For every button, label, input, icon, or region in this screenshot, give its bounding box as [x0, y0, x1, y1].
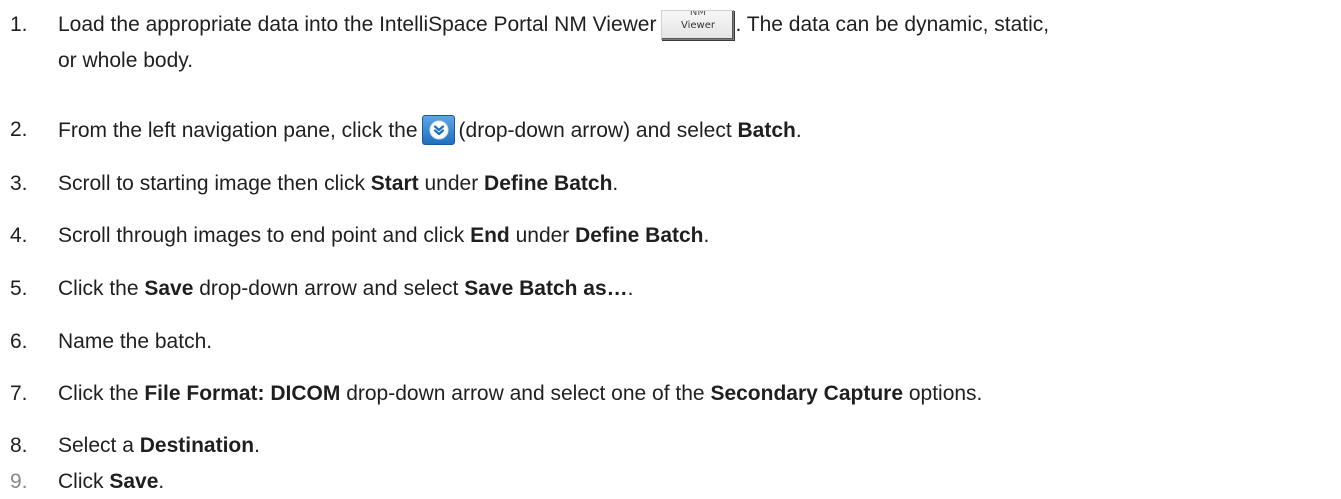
nm-viewer-button-line1: NM [689, 10, 707, 18]
step-number: 5. [10, 277, 28, 300]
step-text-part: options. [903, 382, 983, 405]
step-bold-term: Define Batch [484, 172, 613, 195]
step-bold-term: Start [370, 172, 419, 195]
step-text-part: . [612, 172, 619, 195]
step-text-part: Scroll to starting image then click [58, 172, 371, 195]
step-text-part: Load the appropriate data into the Intel… [58, 13, 657, 36]
step-bold-term: Define Batch [575, 224, 704, 247]
step-text-part: . The data can be dynamic, static, [735, 13, 1050, 36]
step-text: Select a Destination. [58, 431, 260, 461]
step-text: Name the batch. [58, 327, 212, 357]
step-bold-term: Save [109, 470, 159, 493]
nm-viewer-button[interactable]: NM Viewer [661, 10, 735, 40]
step-text-part: drop-down arrow and select one of the [340, 382, 711, 405]
step-text: Load the appropriate data into the Intel… [58, 10, 1049, 40]
step-text: Click the Save drop-down arrow and selec… [58, 274, 633, 304]
step-text-part: under [509, 224, 576, 247]
step-text-part: . [703, 224, 710, 247]
step-number: 2. [10, 118, 28, 141]
step-text: Scroll through images to end point and c… [58, 221, 709, 251]
step-text: Click Save. [58, 467, 164, 497]
step-bold-term: Batch [737, 119, 796, 142]
step-text-part: under [418, 172, 485, 195]
step-1-continuation: or whole body. [58, 49, 194, 72]
step-bold-term: Save Batch as… [464, 277, 628, 300]
step-text-part: Name the batch. [58, 330, 213, 353]
nm-viewer-button-line2: Viewer [680, 20, 715, 31]
step-number: 4. [10, 224, 28, 247]
step-text-part: . [795, 119, 802, 142]
step-text-part: Click the [58, 277, 145, 300]
step-text-part: Click [58, 470, 110, 493]
drop-down-arrow-icon[interactable] [421, 115, 455, 145]
step-text-part: From the left navigation pane, click the [58, 119, 418, 142]
step-text-part: drop-down arrow and select [193, 277, 465, 300]
step-number: 6. [10, 330, 28, 353]
step-text-part: Scroll through images to end point and c… [58, 224, 471, 247]
step-number: 3. [10, 172, 28, 195]
step-text-part: Select a [58, 434, 140, 457]
step-text: Click the File Format: DICOM drop-down a… [58, 379, 982, 409]
step-text: From the left navigation pane, click the… [58, 115, 802, 146]
step-text-part: . [158, 470, 165, 493]
step-number: 1. [10, 13, 28, 36]
step-bold-term: End [470, 224, 510, 247]
step-text-part: Click the [58, 382, 145, 405]
step-bold-term: Save [144, 277, 194, 300]
step-bold-term: Destination [139, 434, 255, 457]
step-bold-term: Secondary Capture [710, 382, 903, 405]
step-number: 8. [10, 434, 28, 457]
step-number: 9. [10, 470, 28, 493]
step-text-part: (drop-down arrow) and select [458, 119, 738, 142]
step-text: Scroll to starting image then click Star… [58, 169, 618, 199]
step-text-part: . [254, 434, 260, 457]
step-number: 7. [10, 382, 28, 405]
step-text-part: . [627, 277, 634, 300]
step-bold-term: File Format: DICOM [144, 382, 341, 405]
